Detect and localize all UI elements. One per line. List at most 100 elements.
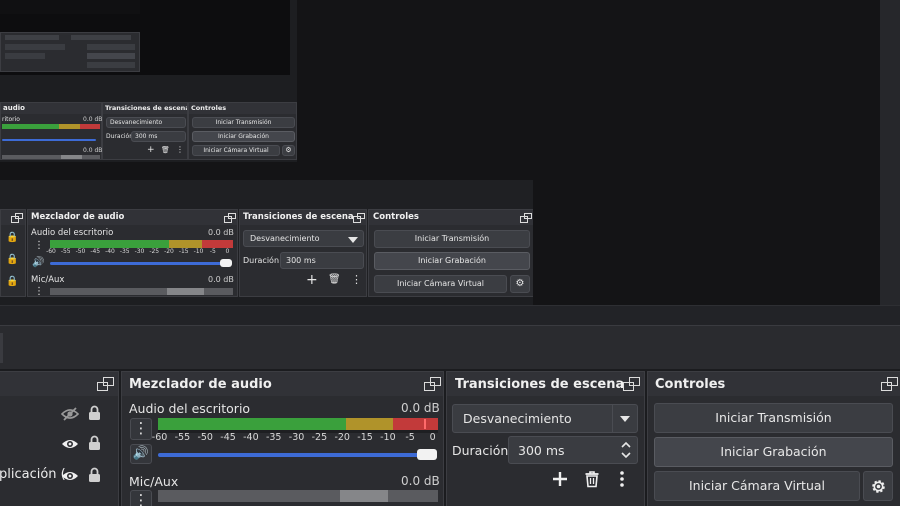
- transition-dropdown-button[interactable]: [612, 405, 637, 432]
- nested-mixer-panel-l1: Mezclador de audio Audio del escritorio …: [27, 209, 238, 297]
- nested-desktop-menu-icon: ⋮: [34, 240, 44, 251]
- transition-type-value: Desvanecimiento: [463, 411, 572, 426]
- meter-tick-label: -20: [334, 432, 350, 443]
- meter-tick-label: -15: [357, 432, 373, 443]
- sources-panel: plicación (: [0, 371, 119, 506]
- nested-controls-panel-l1: Controles Iniciar Transmisión Iniciar Gr…: [368, 209, 534, 297]
- nested-transitions-panel-l1: Transiciones de escena Desvanecimiento D…: [239, 209, 367, 297]
- meter-tick-label: -10: [380, 432, 396, 443]
- nested-mic-meter-l1: [50, 288, 233, 295]
- nested-transitions-title: Transiciones de escena: [103, 103, 187, 114]
- nested-mixer-title-l1: Mezclador de audio: [28, 210, 237, 225]
- meter-tick-label: -20: [164, 248, 174, 255]
- eye-visible-icon-2[interactable]: [61, 468, 79, 484]
- nested-mic-level-l1: 0.0 dB: [208, 275, 234, 284]
- meter-tick-label: -30: [288, 432, 305, 443]
- nested-more-icon: ⋮: [176, 145, 184, 154]
- nested-transition-select-value: Desvanecimiento: [110, 119, 163, 126]
- desktop-audio-level: 0.0 dB: [401, 401, 440, 415]
- chevron-down-icon: [620, 416, 630, 422]
- eye-visible-icon-1[interactable]: [61, 436, 79, 452]
- source-item-label[interactable]: plicación (: [0, 467, 66, 482]
- controls-panel: Controles Iniciar Transmisión Iniciar Gr…: [647, 371, 900, 506]
- mic-aux-meter: [158, 490, 438, 502]
- nested-start-record-button: Iniciar Grabación: [192, 131, 295, 142]
- desktop-audio-volume-slider[interactable]: [158, 453, 426, 457]
- mic-aux-level: 0.0 dB: [401, 474, 440, 488]
- nested-virtual-cam-settings-icon-l1: ⚙: [510, 275, 530, 293]
- lock-icon-1[interactable]: [88, 405, 101, 421]
- nested-more-icon-l1: ⋮: [351, 273, 362, 286]
- scene-transitions-title: Transiciones de escena: [447, 372, 644, 396]
- duration-value: 300 ms: [518, 443, 565, 458]
- nested-transitions-panel: Transiciones de escena Desvanecimiento D…: [102, 102, 188, 160]
- desktop-audio-speaker-icon[interactable]: 🔊: [130, 444, 152, 464]
- add-transition-icon[interactable]: [551, 470, 569, 488]
- desktop-audio-volume-handle[interactable]: [417, 449, 437, 460]
- start-virtual-camera-button[interactable]: Iniciar Cámara Virtual: [654, 471, 860, 501]
- nested-mic-meter: [2, 155, 100, 159]
- meter-tick-label: -45: [220, 432, 236, 443]
- trash-icon[interactable]: [584, 470, 600, 488]
- nested-duration-input-l1: 300 ms: [280, 252, 364, 269]
- meter-tick-label: -50: [75, 248, 86, 255]
- nested-transition-select-l1: Desvanecimiento: [243, 230, 364, 247]
- nested-duration-label-l1: Duración: [243, 256, 280, 265]
- controls-undock-icon[interactable]: [881, 377, 898, 392]
- transition-type-select[interactable]: Desvanecimiento: [452, 404, 638, 433]
- nested-lock-icon-3: 🔒: [6, 276, 19, 287]
- lock-icon-3[interactable]: [88, 467, 101, 483]
- dock-separator-strip: [0, 325, 900, 369]
- gear-icon: [872, 480, 885, 493]
- nested-start-record-button-l1: Iniciar Grabación: [374, 252, 530, 270]
- duration-label: Duración: [452, 443, 509, 458]
- meter-tick-label: 0: [429, 432, 436, 443]
- desktop-audio-menu-icon[interactable]: ⋮: [130, 418, 152, 440]
- desktop-audio-meter-scale: -60 -55 -50 -45 -40 -35 -30 -25 -20 -15 -10 -5 0: [152, 432, 438, 444]
- nested-mixer-title: audio: [1, 103, 101, 114]
- meter-tick-label: -45: [90, 248, 101, 255]
- nested-desktop-volume-slider: [2, 139, 96, 141]
- nested-meter-scale: -60 -55 -50 -45 -40 -35 -30 -25 -20 -15 -10 -5 0: [46, 248, 233, 257]
- lock-icon-2[interactable]: [88, 435, 101, 451]
- nested-mic-level: 0.0 dB: [83, 147, 103, 154]
- nested-controls-title: Controles: [189, 103, 296, 114]
- nested-preview-level4: [0, 0, 140, 14]
- nested-trash-icon-l1: 🗑: [328, 274, 341, 285]
- audio-mixer-undock-icon[interactable]: [424, 377, 441, 392]
- scene-transitions-undock-icon[interactable]: [623, 377, 640, 392]
- eye-hidden-icon[interactable]: [61, 406, 79, 422]
- nested-virtual-cam-settings-icon: ⚙: [282, 145, 295, 156]
- nested-virtual-cam-button: Iniciar Cámara Virtual: [192, 145, 280, 156]
- nested-duration-value-l1: 300 ms: [286, 256, 316, 265]
- more-options-icon[interactable]: [619, 470, 625, 488]
- nested-transitions-title-l1: Transiciones de escena: [240, 210, 366, 225]
- meter-tick-label: -25: [149, 248, 160, 255]
- controls-title: Controles: [648, 372, 900, 396]
- sources-undock-icon[interactable]: [97, 377, 114, 392]
- start-streaming-button[interactable]: Iniciar Transmisión: [654, 403, 893, 433]
- nested-desktop-level-l1: 0.0 dB: [208, 228, 234, 237]
- virtual-camera-settings-button[interactable]: [863, 471, 893, 501]
- spin-up-down-icon[interactable]: [620, 440, 632, 460]
- start-recording-button[interactable]: Iniciar Grabación: [654, 437, 893, 467]
- preview-edge: [880, 0, 900, 325]
- nested-desktop-label: ritorio: [2, 116, 20, 123]
- mic-aux-menu-icon[interactable]: ⋮: [130, 490, 152, 506]
- meter-tick-label: -55: [174, 432, 191, 443]
- meter-tick-label: -50: [197, 432, 213, 443]
- meter-tick-label: -60: [46, 248, 56, 255]
- meter-tick-label: -5: [209, 248, 216, 255]
- nested-desktop-meter-l1: [50, 240, 233, 248]
- nested-controls-panel: Controles Iniciar Transmisión Iniciar Gr…: [188, 102, 297, 160]
- nested-mixer-panel: audio ritorio 0.0 dB 0.0 dB: [0, 102, 102, 160]
- nested-virtual-cam-button-l1: Iniciar Cámara Virtual: [374, 275, 507, 293]
- meter-tick-label: -15: [178, 248, 189, 255]
- scene-transitions-panel: Transiciones de escena Desvanecimiento D…: [446, 371, 645, 506]
- duration-spinbox[interactable]: 300 ms: [508, 436, 638, 464]
- meter-tick-label: -35: [265, 432, 282, 443]
- meter-tick-label: 0: [225, 248, 230, 255]
- audio-mixer-panel: Mezclador de audio Audio del escritorio …: [121, 371, 444, 506]
- nested-duration-input: 300 ms: [131, 131, 186, 142]
- dock-separator-handle[interactable]: [0, 333, 3, 363]
